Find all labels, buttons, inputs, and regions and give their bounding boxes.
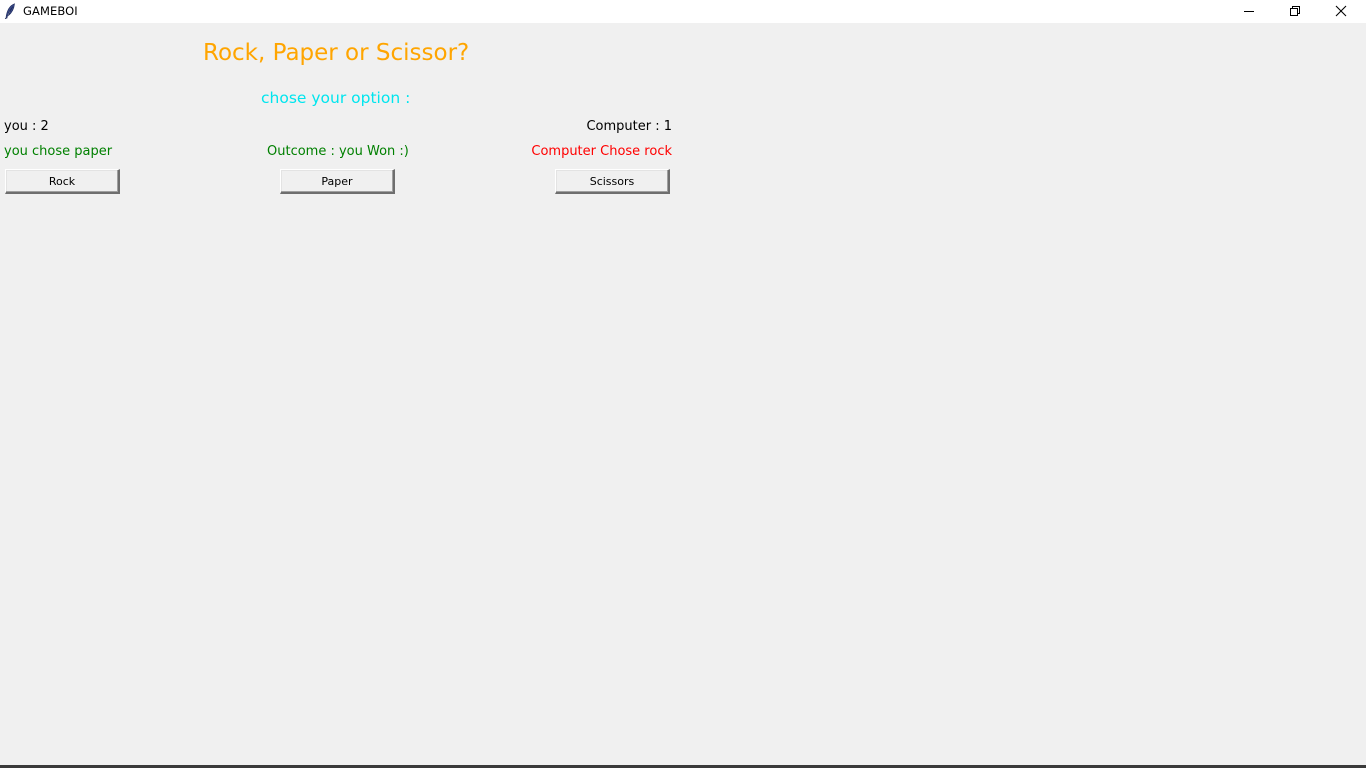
option-prompt: chose your option : — [261, 89, 411, 107]
player-choice: you chose paper — [4, 144, 113, 159]
close-button[interactable] — [1318, 0, 1364, 22]
scissors-button[interactable]: Scissors — [555, 169, 670, 194]
computer-choice: Computer Chose rock — [531, 144, 672, 159]
computer-score: Computer : 1 — [586, 119, 672, 134]
minimize-button[interactable] — [1226, 0, 1272, 22]
game-window: GAMEBOI Rock, Paper or Scissor? chose yo… — [0, 0, 1366, 768]
outcome-label: Outcome : you Won :) — [267, 144, 409, 159]
window-title: GAMEBOI — [23, 4, 78, 18]
player-score: you : 2 — [4, 119, 49, 134]
minimize-icon — [1243, 2, 1255, 21]
feather-icon — [4, 3, 16, 20]
restore-button[interactable] — [1272, 0, 1318, 22]
rock-button[interactable]: Rock — [5, 169, 120, 194]
close-icon — [1335, 2, 1347, 21]
game-heading: Rock, Paper or Scissor? — [203, 40, 470, 66]
restore-icon — [1289, 2, 1301, 21]
title-bar[interactable]: GAMEBOI — [0, 0, 1366, 23]
paper-button[interactable]: Paper — [280, 169, 395, 194]
